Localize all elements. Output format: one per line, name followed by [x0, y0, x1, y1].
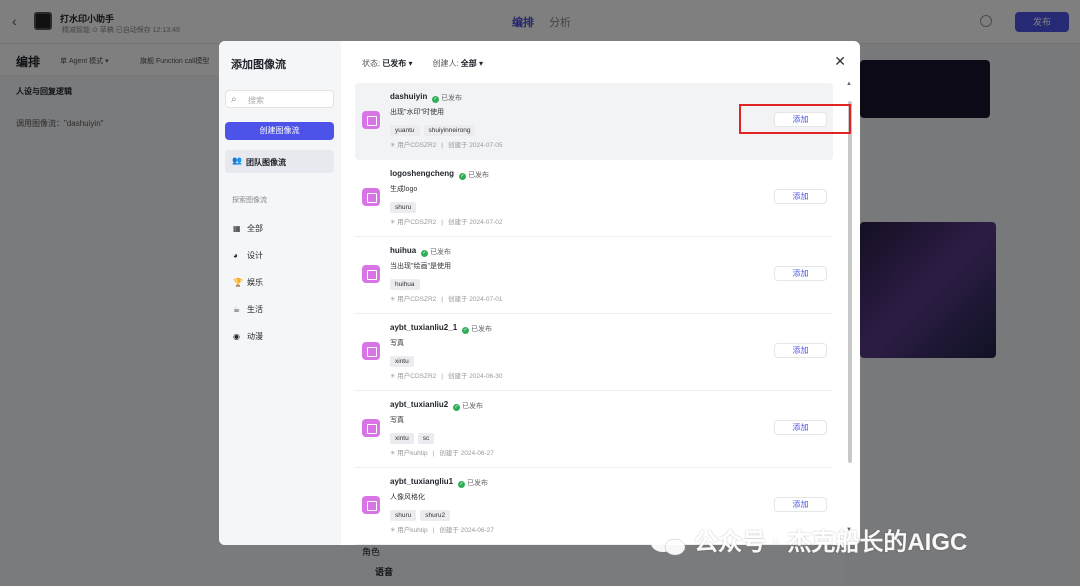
add-button[interactable]: 添加 [774, 189, 827, 204]
close-icon[interactable]: ✕ [834, 53, 846, 70]
dialog-title: 添加图像流 [231, 59, 286, 71]
param-tag: xintu [390, 356, 414, 367]
add-button[interactable]: 添加 [774, 420, 827, 435]
scroll-up-icon[interactable]: ▲ [846, 81, 852, 87]
image-flow-item[interactable]: huihua ✓ 已发布当出现"绘画"是使用 huihua ✳ 用户CDSZR2 | 创建于… [355, 237, 833, 314]
status-filter-select[interactable]: 已发布 ▾ [382, 59, 412, 68]
param-tag: huihua [390, 279, 420, 290]
check-icon: ✓ [421, 250, 428, 257]
image-flow-description: 出现"水印"时使用 [390, 109, 444, 116]
filter-bar: 状态: 已发布 ▾ 创建人: 全部 ▾ [362, 58, 483, 69]
tag-list: shuru shuru2 [390, 506, 454, 521]
sidebar-item-team-flows[interactable]: 👥 团队图像流 [225, 150, 334, 173]
image-flow-description: 当出现"绘画"是使用 [390, 263, 451, 270]
status-badge: ✓ 已发布 [432, 95, 462, 103]
image-flow-logo-icon [362, 342, 380, 360]
image-flow-name: dashuiyin [390, 92, 428, 101]
param-tag: shuru [390, 510, 417, 521]
category-entertainment[interactable]: 🏆 娱乐 [233, 277, 263, 288]
status-badge: ✓ 已发布 [421, 249, 451, 257]
image-flow-meta: ✳ 用户CDSZR2 | 创建于 2024-07-05 [390, 142, 503, 149]
param-tag: xintu [390, 433, 414, 444]
image-flow-logo-icon [362, 265, 380, 283]
team-icon: 👥 [232, 156, 242, 165]
param-tag: shuru [390, 202, 417, 213]
check-icon: ✓ [432, 96, 439, 103]
add-button[interactable]: 添加 [774, 497, 827, 512]
status-badge: ✓ 已发布 [453, 403, 483, 411]
search-icon: ⌕ [231, 94, 237, 105]
palette-icon: ◕ [233, 251, 238, 260]
creator-filter-select[interactable]: 全部 ▾ [461, 59, 483, 68]
category-anime[interactable]: ◉ 动漫 [233, 331, 263, 342]
watermark: 公众号 · 杰克船长的AIGC [648, 522, 967, 557]
cup-icon: ☕ [233, 305, 241, 314]
check-icon: ✓ [462, 327, 469, 334]
param-tag: yuantu [390, 125, 420, 136]
tag-list: yuantu shuiyinneirong [390, 121, 479, 136]
image-flow-name: huihua [390, 246, 417, 255]
trophy-icon: 🏆 [233, 278, 243, 287]
tag-list: huihua [390, 275, 424, 290]
image-flow-logo-icon [362, 496, 380, 514]
status-filter-label: 状态: [362, 59, 381, 68]
tag-list: xintu [390, 352, 418, 367]
tag-list: xintu sc [390, 429, 438, 444]
dialog-sidebar: 添加图像流 ⌕ 搜索 创建图像流 👥 团队图像流 探索图像流 ▦ 全部 ◕ 设计 🏆… [219, 41, 341, 545]
tag-list: shuru [390, 198, 420, 213]
param-tag: shuiyinneirong [423, 125, 476, 136]
status-badge: ✓ 已发布 [458, 480, 488, 488]
image-flow-description: 写真 [390, 417, 404, 424]
image-flow-name: logoshengcheng [390, 169, 454, 178]
category-life[interactable]: ☕ 生活 [233, 304, 263, 315]
grid-icon: ▦ [233, 224, 241, 233]
image-flow-item[interactable]: aybt_tuxianliu2_1 ✓ 已发布写真 xintu ✳ 用户CDSZR2 | 创… [355, 314, 833, 391]
annotation-highlight-box [739, 104, 851, 134]
param-tag: sc [417, 433, 435, 444]
image-flow-name: aybt_tuxianliu2_1 [390, 323, 458, 332]
category-all[interactable]: ▦ 全部 [233, 223, 263, 234]
search-input[interactable]: ⌕ 搜索 [225, 90, 334, 108]
image-flow-meta: ✳ 用户kuhtip | 创建于 2024-06-27 [390, 450, 494, 457]
image-flow-logo-icon [362, 188, 380, 206]
image-flow-meta: ✳ 用户CDSZR2 | 创建于 2024-07-02 [390, 219, 503, 226]
add-button[interactable]: 添加 [774, 343, 827, 358]
category-design[interactable]: ◕ 设计 [233, 250, 263, 261]
image-flow-name: aybt_tuxianliu2 [390, 400, 449, 409]
image-flow-item[interactable]: aybt_tuxianliu2 ✓ 已发布写真 xintu sc ✳ 用户kuhtip | 创… [355, 391, 833, 468]
image-flow-meta: ✳ 用户kuhtip | 创建于 2024-06-27 [390, 527, 494, 534]
explore-heading: 探索图像流 [232, 197, 267, 204]
image-flow-name: aybt_tuxiangliu1 [390, 477, 454, 486]
create-image-flow-button[interactable]: 创建图像流 [225, 122, 334, 140]
image-flow-meta: ✳ 用户CDSZR2 | 创建于 2024-06-30 [390, 373, 503, 380]
add-button[interactable]: 添加 [774, 266, 827, 281]
check-icon: ✓ [459, 173, 466, 180]
image-flow-logo-icon [362, 111, 380, 129]
param-tag: shuru2 [420, 510, 451, 521]
image-flow-meta: ✳ 用户CDSZR2 | 创建于 2024-07-01 [390, 296, 503, 303]
image-flow-item[interactable]: logoshengcheng ✓ 已发布生成logo shuru ✳ 用户CDSZR2 |… [355, 160, 833, 237]
wechat-icon [651, 533, 686, 555]
check-icon: ✓ [458, 481, 465, 488]
check-icon: ✓ [453, 404, 460, 411]
search-placeholder: 搜索 [248, 96, 264, 105]
scrollbar-thumb[interactable] [848, 101, 852, 463]
sidebar-item-label: 团队图像流 [246, 158, 286, 167]
image-flow-logo-icon [362, 419, 380, 437]
creator-filter-label: 创建人: [432, 59, 459, 68]
status-badge: ✓ 已发布 [459, 172, 489, 180]
image-flow-description: 写真 [390, 340, 404, 347]
image-flow-description: 人像风格化 [390, 494, 425, 501]
status-badge: ✓ 已发布 [462, 326, 492, 334]
image-flow-description: 生成logo [390, 186, 418, 193]
cat-icon: ◉ [233, 332, 240, 341]
